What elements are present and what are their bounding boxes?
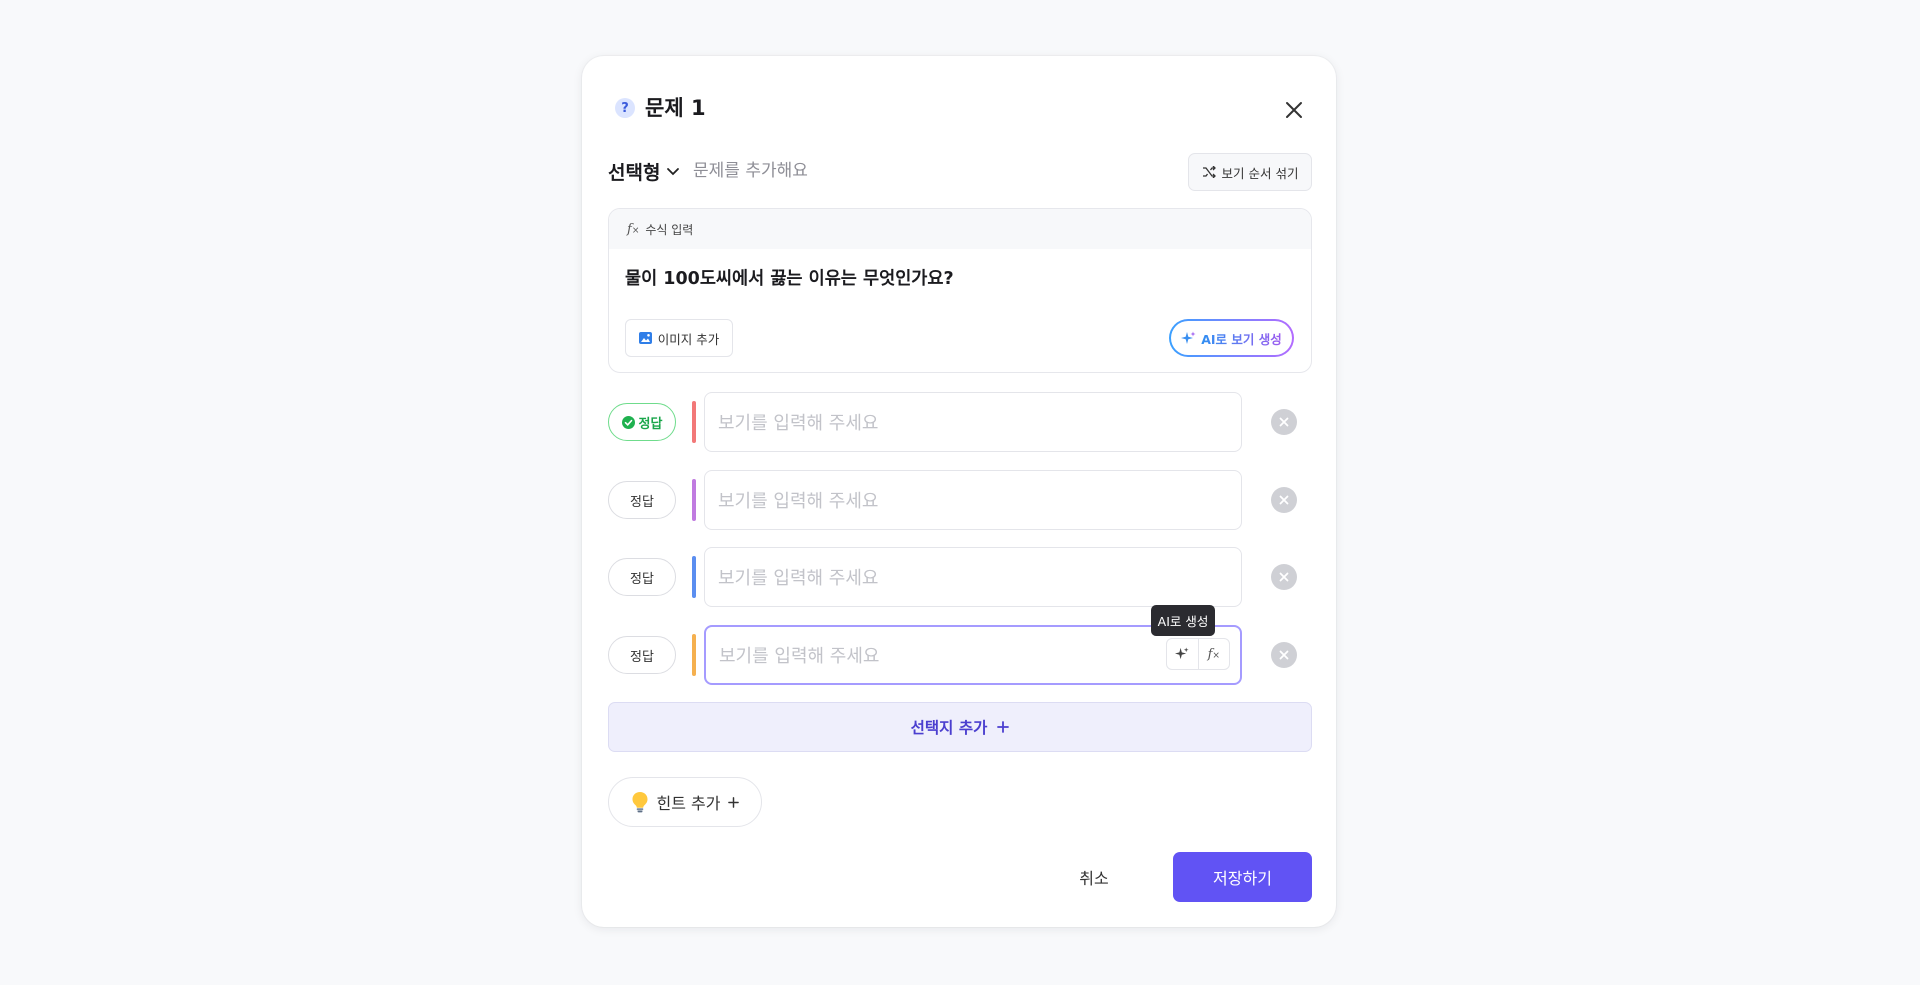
choice-input[interactable]: 보기를 입력해 주세요	[704, 470, 1242, 530]
choice-color-bar	[692, 479, 696, 521]
shuffle-label: 보기 순서 섞기	[1221, 165, 1299, 181]
sparkle-icon	[1175, 647, 1189, 660]
remove-choice-button[interactable]	[1271, 564, 1297, 590]
shuffle-icon	[1202, 166, 1216, 178]
question-text[interactable]: 물이 100도씨에서 끓는 이유는 무엇인가요?	[625, 265, 954, 290]
close-icon	[1286, 102, 1302, 118]
sparkle-icon	[1181, 331, 1196, 344]
add-hint-label: 힌트 추가	[656, 794, 721, 813]
choice-input[interactable]: 보기를 입력해 주세요	[704, 392, 1242, 452]
ai-generate-choice-button[interactable]	[1167, 639, 1199, 669]
chevron-down-icon	[667, 167, 680, 175]
shuffle-choices-button[interactable]: 보기 순서 섞기	[1188, 153, 1312, 191]
save-button[interactable]: 저장하기	[1173, 852, 1312, 902]
tooltip: AI로 생성	[1151, 605, 1215, 636]
lightbulb-icon	[632, 792, 648, 813]
formula-button[interactable]: f×	[1199, 639, 1230, 669]
correct-answer-toggle[interactable]: 정답	[608, 558, 676, 596]
correct-answer-toggle[interactable]: 정답	[608, 481, 676, 519]
question-modal: ? 문제 1 선택형 문제를 추가해요 보기 순서 섞기 f× 수식 입력 물이…	[582, 56, 1336, 927]
cancel-button[interactable]: 취소	[1062, 852, 1126, 902]
add-hint-button[interactable]: 힌트 추가	[608, 777, 762, 827]
question-editor: f× 수식 입력 물이 100도씨에서 끓는 이유는 무엇인가요? 이미지 추가…	[608, 208, 1312, 373]
ai-generate-label: AI로 보기 생성	[1201, 329, 1282, 348]
formula-toolbar[interactable]: f× 수식 입력	[609, 209, 1311, 249]
ai-generate-choices-button[interactable]: AI로 보기 생성	[1169, 319, 1294, 357]
answer-label: 정답	[630, 494, 654, 510]
remove-choice-button[interactable]	[1271, 409, 1297, 435]
correct-answer-toggle[interactable]: 정답	[608, 636, 676, 674]
add-image-button[interactable]: 이미지 추가	[625, 319, 733, 357]
answer-label: 정답	[630, 649, 654, 665]
choice-color-bar	[692, 634, 696, 676]
question-type-label: 선택형	[608, 162, 661, 184]
choice-color-bar	[692, 556, 696, 598]
modal-title: 문제 1	[645, 96, 706, 120]
question-title-placeholder[interactable]: 문제를 추가해요	[693, 160, 808, 182]
correct-answer-toggle[interactable]: 정답	[608, 403, 676, 441]
formula-label: 수식 입력	[645, 222, 694, 237]
choice-color-bar	[692, 401, 696, 443]
close-icon	[1279, 495, 1289, 505]
close-icon	[1279, 417, 1289, 427]
choice-input[interactable]: 보기를 입력해 주세요	[704, 547, 1242, 607]
check-circle-icon	[621, 415, 635, 429]
plus-icon	[997, 721, 1010, 733]
close-icon	[1279, 650, 1289, 660]
question-icon: ?	[615, 98, 635, 118]
question-type-select[interactable]: 선택형	[608, 158, 680, 185]
answer-label: 정답	[630, 571, 654, 587]
function-icon: f×	[1207, 646, 1220, 662]
remove-choice-button[interactable]	[1271, 487, 1297, 513]
close-icon	[1279, 572, 1289, 582]
function-icon: f×	[627, 221, 640, 237]
close-button[interactable]	[1280, 96, 1308, 124]
choice-inline-tools: f×	[1166, 638, 1230, 670]
image-icon	[638, 332, 652, 344]
add-image-label: 이미지 추가	[657, 331, 720, 347]
plus-icon	[728, 796, 740, 808]
answer-label: 정답	[638, 416, 663, 432]
add-choice-label: 선택지 추가	[910, 719, 988, 737]
add-choice-button[interactable]: 선택지 추가	[608, 702, 1312, 752]
remove-choice-button[interactable]	[1271, 642, 1297, 668]
